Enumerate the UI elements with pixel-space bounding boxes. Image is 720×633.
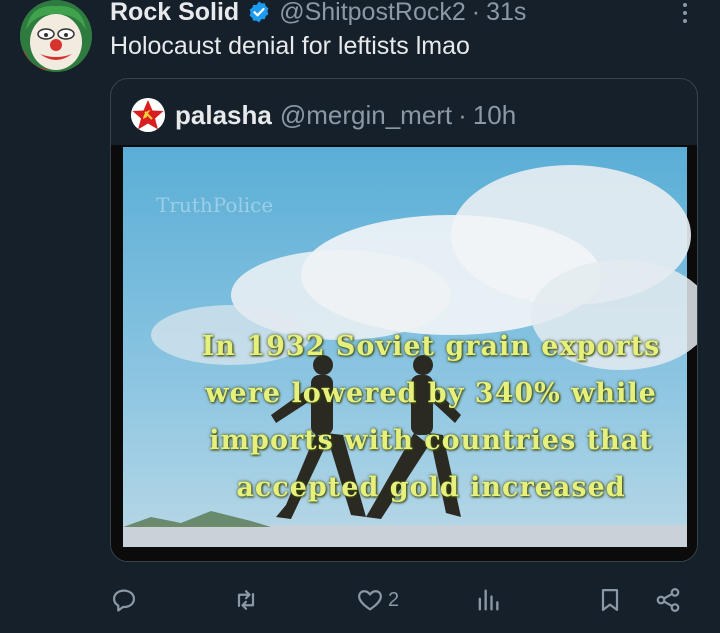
share-button[interactable] xyxy=(654,584,682,616)
video-player[interactable]: TruthPolice In 1932 Soviet grain exports… xyxy=(111,145,697,561)
quoted-timestamp[interactable]: 10h xyxy=(473,100,516,131)
video-watermark: TruthPolice xyxy=(156,193,274,217)
like-button[interactable]: 2 xyxy=(356,584,399,616)
reply-icon xyxy=(112,589,136,612)
action-bar: 2 xyxy=(110,584,700,616)
timestamp[interactable]: 31s xyxy=(486,0,526,27)
tweet-header: Rock Solid @ShitpostRock2 · 31s xyxy=(110,0,526,28)
verified-badge-icon[interactable] xyxy=(247,0,271,24)
views-button[interactable] xyxy=(474,584,506,616)
heart-icon xyxy=(358,590,382,611)
like-count: 2 xyxy=(388,588,400,611)
author-avatar[interactable] xyxy=(20,0,92,72)
separator-dot: · xyxy=(458,99,467,130)
quoted-tweet-header: palasha @mergin_mert · 10h xyxy=(131,97,516,133)
clown-avatar-icon xyxy=(20,0,92,72)
caption-line: accepted gold increased xyxy=(236,472,626,503)
reply-button[interactable] xyxy=(110,584,142,616)
retweet-button[interactable] xyxy=(232,584,264,616)
bookmark-icon xyxy=(601,588,619,612)
caption-line: In 1932 Soviet grain exports xyxy=(201,331,661,362)
quoted-tweet[interactable]: palasha @mergin_mert · 10h TruthPolice I… xyxy=(110,78,698,562)
bookmark-button[interactable] xyxy=(596,584,624,616)
quoted-author-handle[interactable]: @mergin_mert xyxy=(280,100,452,131)
retweet-icon xyxy=(237,590,255,610)
quoted-author-avatar[interactable] xyxy=(131,98,165,132)
more-options-icon[interactable] xyxy=(671,0,699,26)
video-caption: In 1932 Soviet grain exports were lowere… xyxy=(171,323,691,511)
caption-line: were lowered by 340% while xyxy=(205,378,657,409)
author-handle[interactable]: @ShitpostRock2 xyxy=(279,0,466,27)
hammer-sickle-star-icon xyxy=(131,98,165,132)
separator-dot: · xyxy=(471,0,481,26)
share-icon xyxy=(656,588,680,612)
quoted-author-name[interactable]: palasha xyxy=(175,100,272,131)
views-icon xyxy=(478,589,499,611)
tweet-text: Holocaust denial for leftists lmao xyxy=(110,32,470,60)
author-name[interactable]: Rock Solid xyxy=(110,0,239,27)
caption-line: imports with countries that xyxy=(209,425,653,456)
tweet[interactable]: Rock Solid @ShitpostRock2 · 31s Holocaus… xyxy=(0,0,720,633)
